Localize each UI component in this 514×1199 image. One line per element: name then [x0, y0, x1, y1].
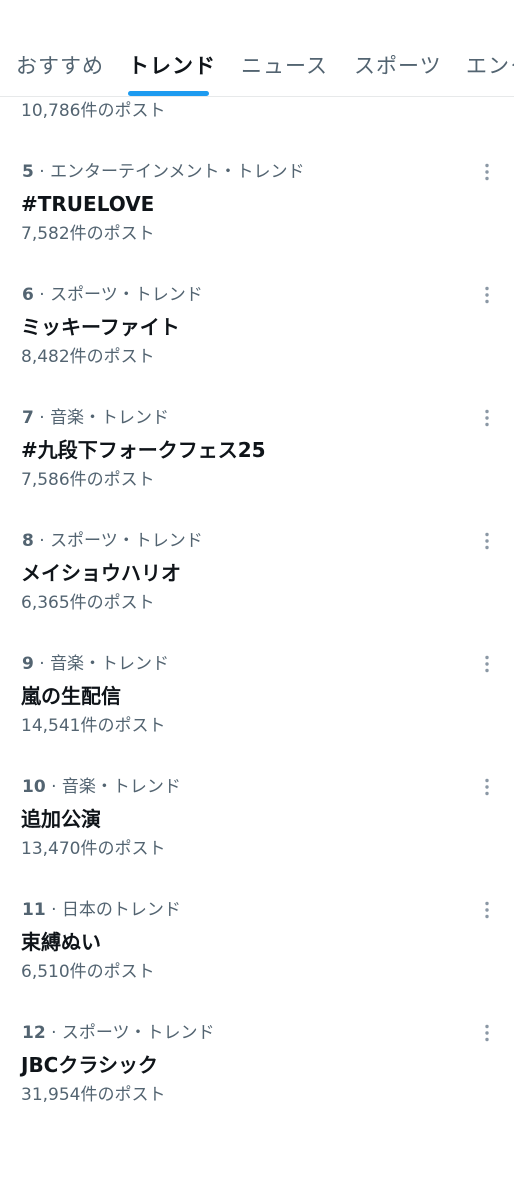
trend-context: 8 · スポーツ・トレンド [22, 529, 203, 553]
more-options-button[interactable] [475, 283, 499, 307]
trend-separator: · [45, 1023, 62, 1043]
active-tab-indicator [128, 91, 209, 96]
tab-entertainment[interactable]: エンタ [466, 52, 514, 80]
trend-post-count: 6,365件のポスト [21, 593, 155, 613]
trend-category: 音楽・トレンド [50, 408, 170, 428]
trend-separator: · [33, 531, 51, 551]
more-options-button[interactable] [475, 406, 499, 430]
trend-separator: · [33, 654, 51, 674]
more-vertical-icon [485, 778, 489, 796]
trend-item[interactable]: 12 · スポーツ・トレンド JBCクラシック 31,954件のポスト [0, 999, 514, 1122]
tab-news[interactable]: ニュース [241, 52, 328, 80]
trend-name: JBCクラシック [21, 1053, 158, 1077]
more-options-button[interactable] [475, 529, 499, 553]
more-options-button[interactable] [475, 898, 499, 922]
trend-context: 11 · 日本のトレンド [22, 898, 181, 922]
more-vertical-icon [485, 1024, 489, 1042]
trend-category: 日本のトレンド [61, 900, 181, 920]
trend-post-count: 14,541件のポスト [21, 716, 166, 736]
trend-item[interactable]: 10 · 音楽・トレンド 追加公演 13,470件のポスト [0, 753, 514, 876]
trend-post-count: 6,510件のポスト [21, 962, 155, 982]
trend-rank: 12 [22, 1023, 46, 1043]
trend-rank: 8 [22, 531, 34, 551]
trend-context: 6 · スポーツ・トレンド [22, 283, 203, 307]
trend-separator: · [45, 900, 62, 920]
trend-context: 10 · 音楽・トレンド [22, 775, 181, 799]
trend-post-count: 13,470件のポスト [21, 839, 166, 859]
more-options-button[interactable] [475, 1021, 499, 1045]
trend-separator: · [33, 285, 51, 305]
trend-context: 9 · 音楽・トレンド [22, 652, 169, 676]
trend-rank: 10 [22, 777, 46, 797]
more-options-button[interactable] [475, 652, 499, 676]
trend-rank: 7 [22, 408, 34, 428]
more-vertical-icon [485, 286, 489, 304]
trend-context: 5 · エンターテインメント・トレンド [22, 160, 305, 184]
trend-list: 5 · エンターテインメント・トレンド #TRUELOVE 7,582件のポスト… [0, 138, 514, 1122]
trend-post-count: 7,582件のポスト [21, 224, 155, 244]
trend-category: エンターテインメント・トレンド [50, 162, 305, 182]
trend-rank: 11 [22, 900, 46, 920]
trend-item[interactable]: 11 · 日本のトレンド 束縛ぬい 6,510件のポスト [0, 876, 514, 999]
trend-separator: · [33, 162, 51, 182]
trend-name: 嵐の生配信 [21, 684, 121, 708]
trend-post-count: 31,954件のポスト [21, 1085, 166, 1105]
trend-post-count: 7,586件のポスト [21, 470, 155, 490]
tab-trending[interactable]: トレンド [128, 52, 216, 80]
trend-separator: · [33, 408, 51, 428]
more-vertical-icon [485, 901, 489, 919]
trend-item[interactable]: 5 · エンターテインメント・トレンド #TRUELOVE 7,582件のポスト [0, 138, 514, 261]
explore-tab-bar: おすすめ トレンド ニュース スポーツ エンタ [0, 0, 514, 97]
trend-item[interactable]: 8 · スポーツ・トレンド メイショウハリオ 6,365件のポスト [0, 507, 514, 630]
more-options-button[interactable] [475, 160, 499, 184]
trend-item[interactable]: 7 · 音楽・トレンド #九段下フォークフェス25 7,586件のポスト [0, 384, 514, 507]
trend-name: 束縛ぬい [21, 930, 101, 954]
trend-name: 追加公演 [21, 807, 101, 831]
trend-post-count: 8,482件のポスト [21, 347, 155, 367]
trend-item[interactable]: 9 · 音楽・トレンド 嵐の生配信 14,541件のポスト [0, 630, 514, 753]
trend-context: 7 · 音楽・トレンド [22, 406, 169, 430]
trend-rank: 5 [22, 162, 34, 182]
trend-category: 音楽・トレンド [61, 777, 181, 797]
trend-name: メイショウハリオ [21, 561, 181, 585]
trend-item[interactable]: 6 · スポーツ・トレンド ミッキーファイト 8,482件のポスト [0, 261, 514, 384]
trend-category: 音楽・トレンド [50, 654, 170, 674]
trend-category: スポーツ・トレンド [61, 1023, 215, 1043]
trend-post-count: 10,786件のポスト [21, 101, 166, 121]
more-vertical-icon [485, 532, 489, 550]
trend-category: スポーツ・トレンド [50, 285, 203, 305]
trend-rank: 6 [22, 285, 34, 305]
trend-context: 12 · スポーツ・トレンド [22, 1021, 215, 1045]
more-vertical-icon [485, 163, 489, 181]
trend-name: #九段下フォークフェス25 [21, 438, 266, 462]
more-vertical-icon [485, 655, 489, 673]
trend-name: #TRUELOVE [21, 192, 155, 216]
trend-rank: 9 [22, 654, 34, 674]
trend-category: スポーツ・トレンド [50, 531, 203, 551]
tab-sports[interactable]: スポーツ [354, 52, 442, 80]
tab-recommended[interactable]: おすすめ [16, 52, 104, 80]
trend-name: ミッキーファイト [21, 315, 180, 339]
more-options-button[interactable] [475, 775, 499, 799]
more-vertical-icon [485, 409, 489, 427]
trend-separator: · [45, 777, 62, 797]
